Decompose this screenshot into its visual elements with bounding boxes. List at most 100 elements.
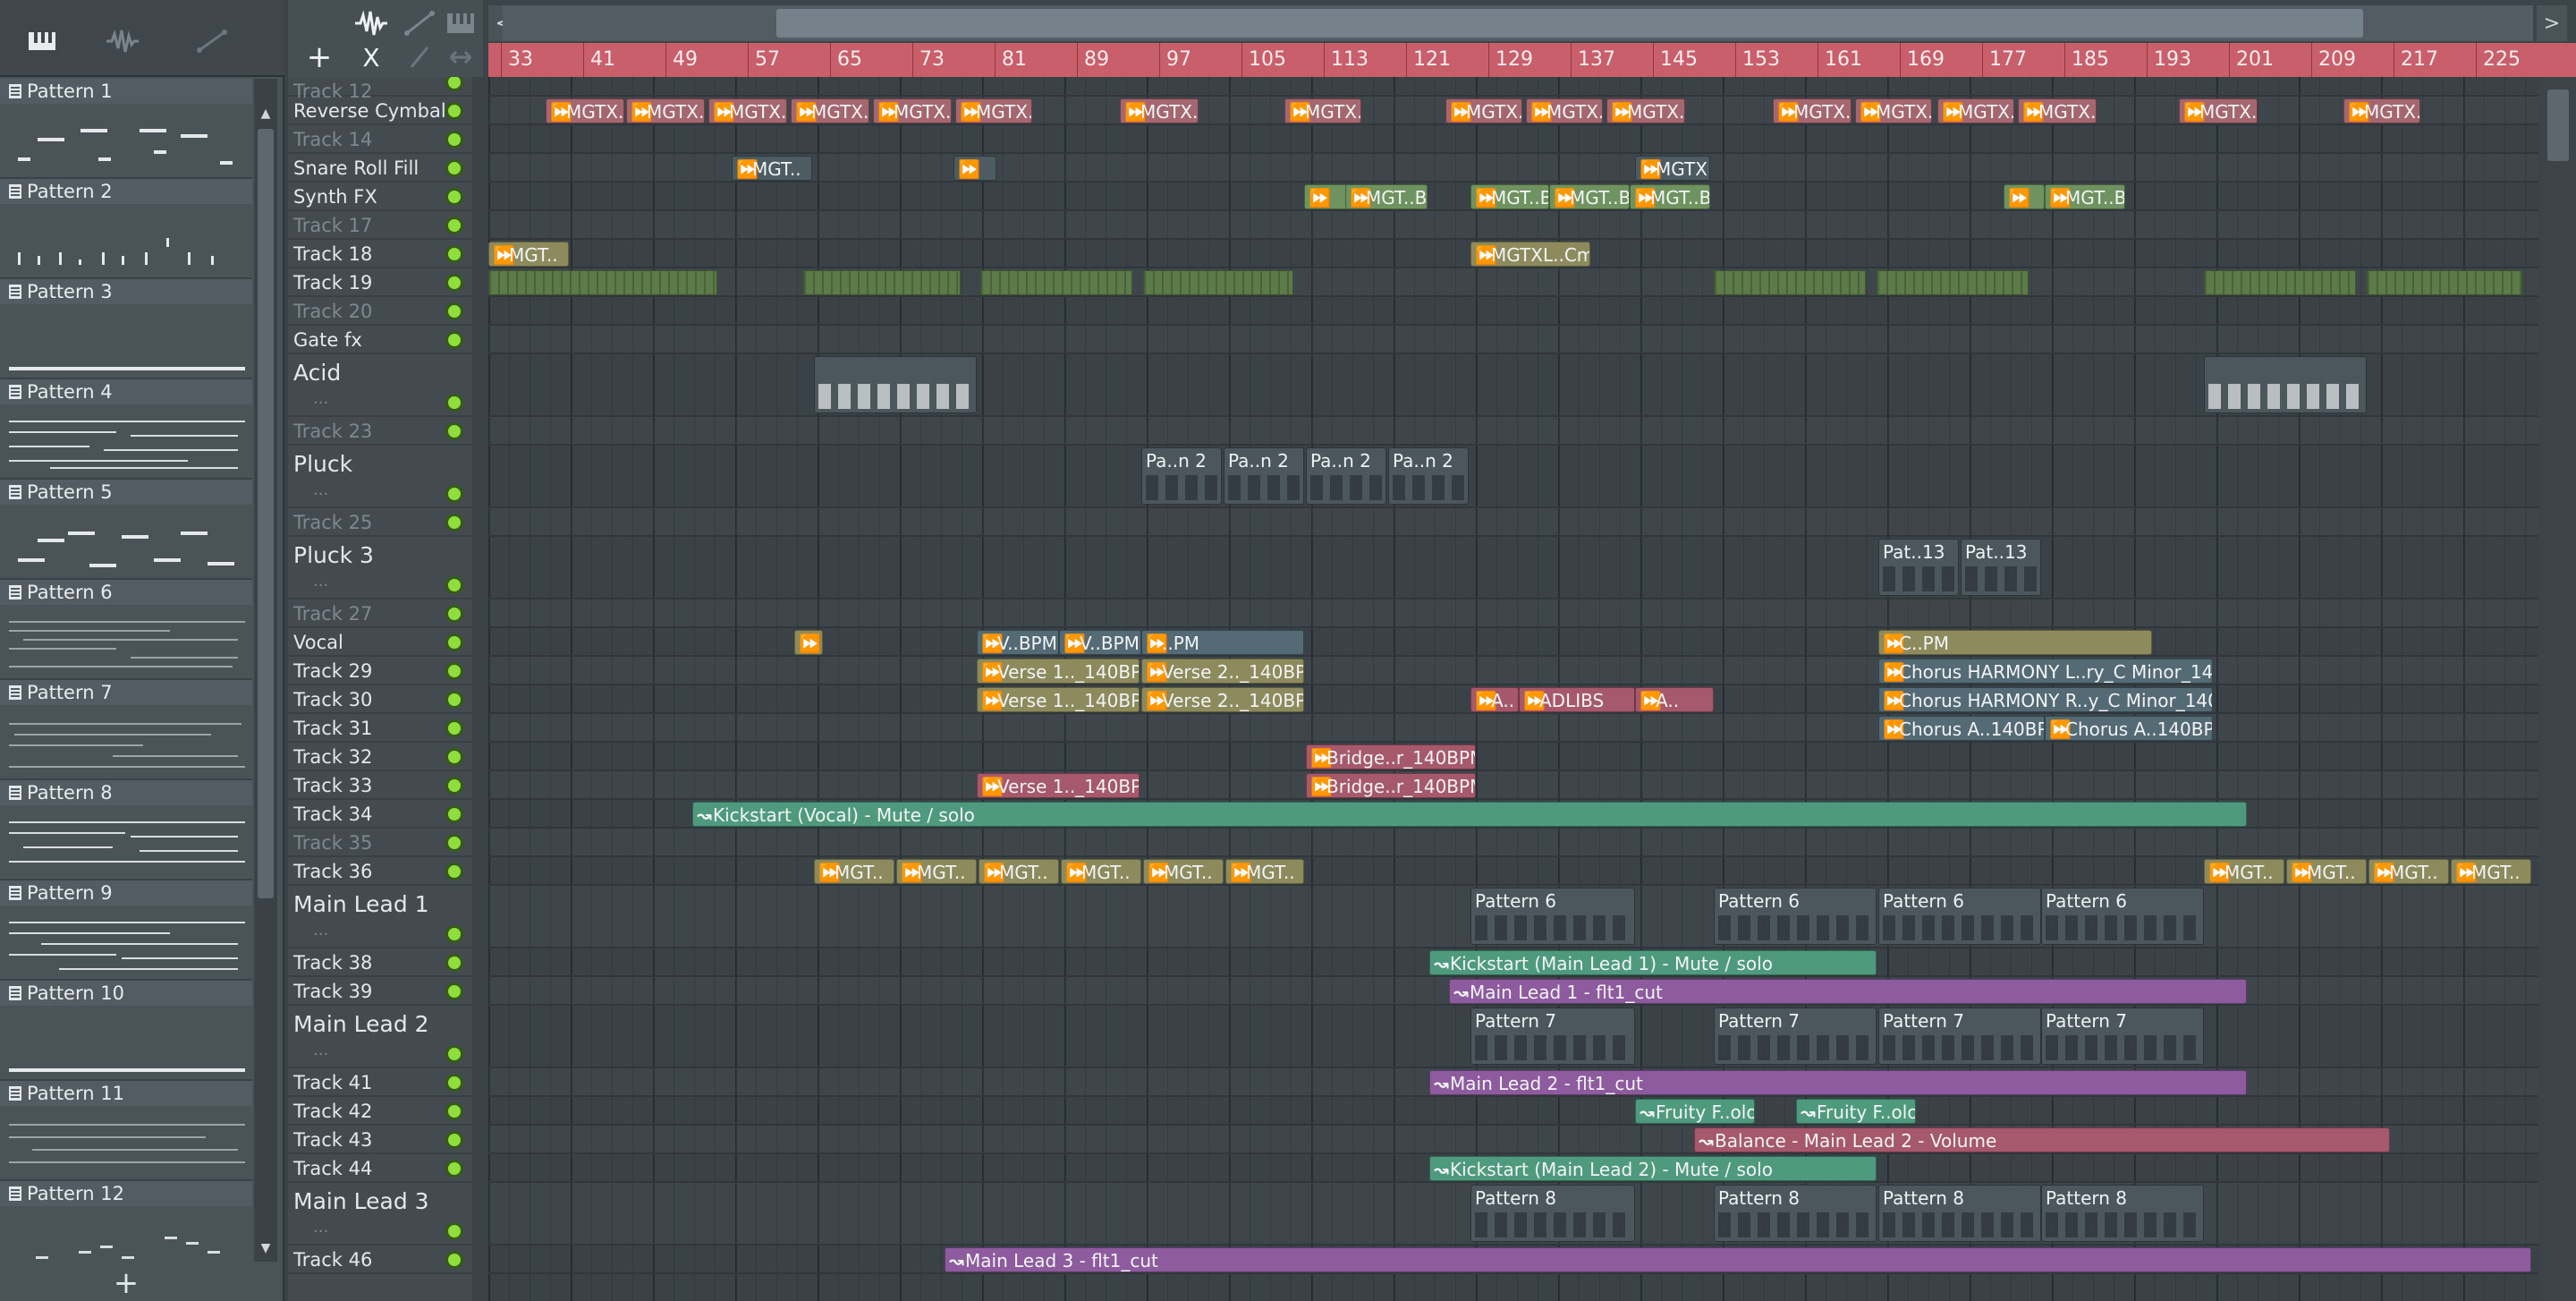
track-mute-led[interactable] — [445, 719, 463, 737]
track-mute-led[interactable] — [445, 217, 463, 234]
playlist-clip[interactable]: ⏩MGTX.. — [626, 98, 705, 123]
track-mute-led[interactable] — [445, 633, 463, 651]
playlist-clip[interactable]: ⏩MGT..B — [1470, 184, 1549, 209]
track-mute-led[interactable] — [445, 331, 463, 349]
track-mute-led[interactable] — [445, 777, 463, 795]
track-mute-led[interactable] — [445, 102, 463, 120]
pattern-clip[interactable]: Pat..13 — [1878, 539, 1959, 596]
track-mute-led[interactable] — [445, 748, 463, 766]
overview-window[interactable] — [776, 9, 2363, 38]
track-header[interactable]: Snare Roll Fill — [288, 154, 472, 183]
track-mute-led[interactable] — [445, 805, 463, 823]
close-icon[interactable]: X — [351, 39, 392, 75]
picker-scroll-down-icon[interactable]: ▼ — [258, 1238, 274, 1258]
playlist-clip[interactable]: ⏩A.. — [1470, 687, 1519, 712]
playlist-clip[interactable]: ⏩MGTX.. — [1635, 156, 1710, 181]
playlist-vertical-scrollbar[interactable] — [2540, 77, 2576, 1301]
track-header[interactable]: Track 12 — [288, 77, 472, 102]
track-mute-led[interactable] — [445, 159, 463, 177]
track-header[interactable]: Track 17 — [288, 211, 472, 240]
playlist-clip[interactable]: ⏩MGTX.. — [791, 98, 869, 123]
pattern-clip[interactable]: Pa..n 2 — [1388, 447, 1469, 505]
pattern-item[interactable]: Pattern 8 — [0, 780, 252, 880]
audio-stripe-clip[interactable] — [803, 270, 961, 295]
playlist-clip[interactable]: ⏩MGT..B — [1630, 184, 1710, 209]
picker-scroll-thumb[interactable] — [258, 129, 274, 898]
audio-stripe-clip[interactable] — [1143, 270, 1293, 295]
track-header[interactable]: Track 33 — [288, 771, 472, 800]
automation-clip-icon[interactable] — [191, 23, 233, 59]
playlist-clip[interactable]: ↝Balance - Main Lead 2 - Volume — [1694, 1127, 2390, 1152]
pattern-item[interactable]: Pattern 4 — [0, 379, 252, 480]
track-header[interactable]: Main Lead 3... — [288, 1183, 472, 1246]
pattern-clip[interactable]: Pa..n 2 — [1141, 447, 1222, 505]
pattern-clip[interactable]: Pattern 8 — [2041, 1185, 2204, 1242]
pattern-clip[interactable]: Pattern 8 — [1470, 1185, 1635, 1242]
playlist-clip[interactable]: ⏩MGT.. — [2204, 859, 2284, 884]
track-mute-led[interactable] — [445, 982, 463, 1000]
audio-stripe-clip[interactable] — [2204, 270, 2356, 295]
track-expand-dots[interactable]: ... — [313, 921, 328, 940]
track-header[interactable]: Track 31 — [288, 714, 472, 743]
playlist-clip[interactable]: ⏩Bridge..r_140BPM — [1306, 744, 1476, 770]
audio-stripe-clip[interactable] — [1714, 270, 1866, 295]
track-mute-led[interactable] — [445, 1102, 463, 1120]
track-mute-led[interactable] — [445, 605, 463, 623]
track-header[interactable]: Acid... — [288, 354, 472, 417]
timeline-ruler[interactable]: 33 41 49 57 65 73 81 89 97 105 113 121 129 137 145 153 1… — [488, 43, 2576, 77]
playlist-clip[interactable]: ↝Main Lead 2 - flt1_cut — [1429, 1070, 2247, 1095]
playlist-clip[interactable]: ⏩Bridge..r_140BPM — [1306, 773, 1476, 798]
track-header[interactable]: Track 30 — [288, 685, 472, 714]
pattern-clip[interactable]: Pattern 7 — [2041, 1008, 2204, 1065]
track-mute-led[interactable] — [445, 422, 463, 440]
track-header[interactable]: Pluck 3... — [288, 537, 472, 599]
playlist-clip[interactable]: ⏩MGT.. — [979, 859, 1059, 884]
track-mute-led[interactable] — [445, 954, 463, 972]
playlist-clip[interactable]: ⏩MGT.. — [1225, 859, 1304, 884]
track-header[interactable]: Track 43 — [288, 1126, 472, 1154]
pattern-clip[interactable]: Pattern 8 — [1714, 1185, 1877, 1242]
pattern-clip[interactable]: Pa..n 2 — [1306, 447, 1386, 505]
track-header[interactable]: Track 19 — [288, 268, 472, 297]
playlist-clip[interactable]: ⏩V..BPM — [977, 630, 1059, 655]
playlist-clip[interactable]: ⏩ — [2004, 184, 2045, 209]
playlist-clip[interactable]: ↝Fruity F..olo — [1796, 1099, 1916, 1124]
pattern-clip[interactable]: Pattern 6 — [1714, 888, 1877, 945]
slip-icon[interactable] — [440, 39, 481, 75]
pattern-clip[interactable]: Pat..13 — [1961, 539, 2041, 596]
track-mute-led[interactable] — [445, 1160, 463, 1178]
track-header[interactable]: Track 25 — [288, 508, 472, 537]
track-header[interactable]: Track 18 — [288, 240, 472, 268]
track-mute-led[interactable] — [445, 1131, 463, 1149]
track-mute-led[interactable] — [445, 834, 463, 852]
playlist-clip[interactable]: ⏩MGTX.. — [1445, 98, 1522, 123]
track-header[interactable]: Track 29 — [288, 657, 472, 685]
track-header[interactable]: Main Lead 1... — [288, 886, 472, 948]
pattern-item[interactable]: Pattern 9 — [0, 880, 252, 981]
track-header[interactable]: Pluck... — [288, 446, 472, 508]
playlist-clip[interactable]: ⏩Verse 2.._140BPM — [1141, 659, 1304, 684]
audio-wave-icon[interactable] — [351, 5, 392, 41]
pattern-clip[interactable]: Pattern 7 — [1878, 1008, 2041, 1065]
pattern-clip[interactable] — [814, 356, 977, 413]
pattern-clip-icon[interactable] — [440, 5, 481, 41]
playlist-clip[interactable]: ⏩MGTX.. — [546, 98, 624, 123]
playlist-clip[interactable]: ⏩MGT..B — [1345, 184, 1428, 209]
pattern-item[interactable]: Pattern 12 — [0, 1181, 252, 1262]
track-header[interactable]: Track 39 — [288, 977, 472, 1006]
playlist-clip[interactable]: ↝Fruity F..olo — [1635, 1099, 1755, 1124]
audio-stripe-clip[interactable] — [980, 270, 1132, 295]
track-mute-led[interactable] — [445, 188, 463, 206]
track-header[interactable]: Track 35 — [288, 829, 472, 857]
playlist-clip[interactable]: ⏩V..BPM — [1059, 630, 1141, 655]
track-header[interactable]: Track 27 — [288, 599, 472, 628]
track-header[interactable]: Synth FX — [288, 183, 472, 211]
playlist-clip[interactable]: ⏩MGTX.. — [1773, 98, 1852, 123]
track-mute-led[interactable] — [445, 485, 463, 503]
vertical-scroll-thumb[interactable] — [2547, 89, 2569, 161]
track-header[interactable]: Track 46 — [288, 1246, 472, 1274]
playlist-grid[interactable]: ⏩MGTX.. ⏩MGTX.. ⏩MGTX.. ⏩MGTX.. ⏩MGTX.. ⏩MGTX… — [488, 77, 2538, 1301]
track-expand-dots[interactable]: ... — [313, 1041, 328, 1059]
track-header[interactable]: Track 44 — [288, 1154, 472, 1183]
track-mute-led[interactable] — [445, 691, 463, 709]
